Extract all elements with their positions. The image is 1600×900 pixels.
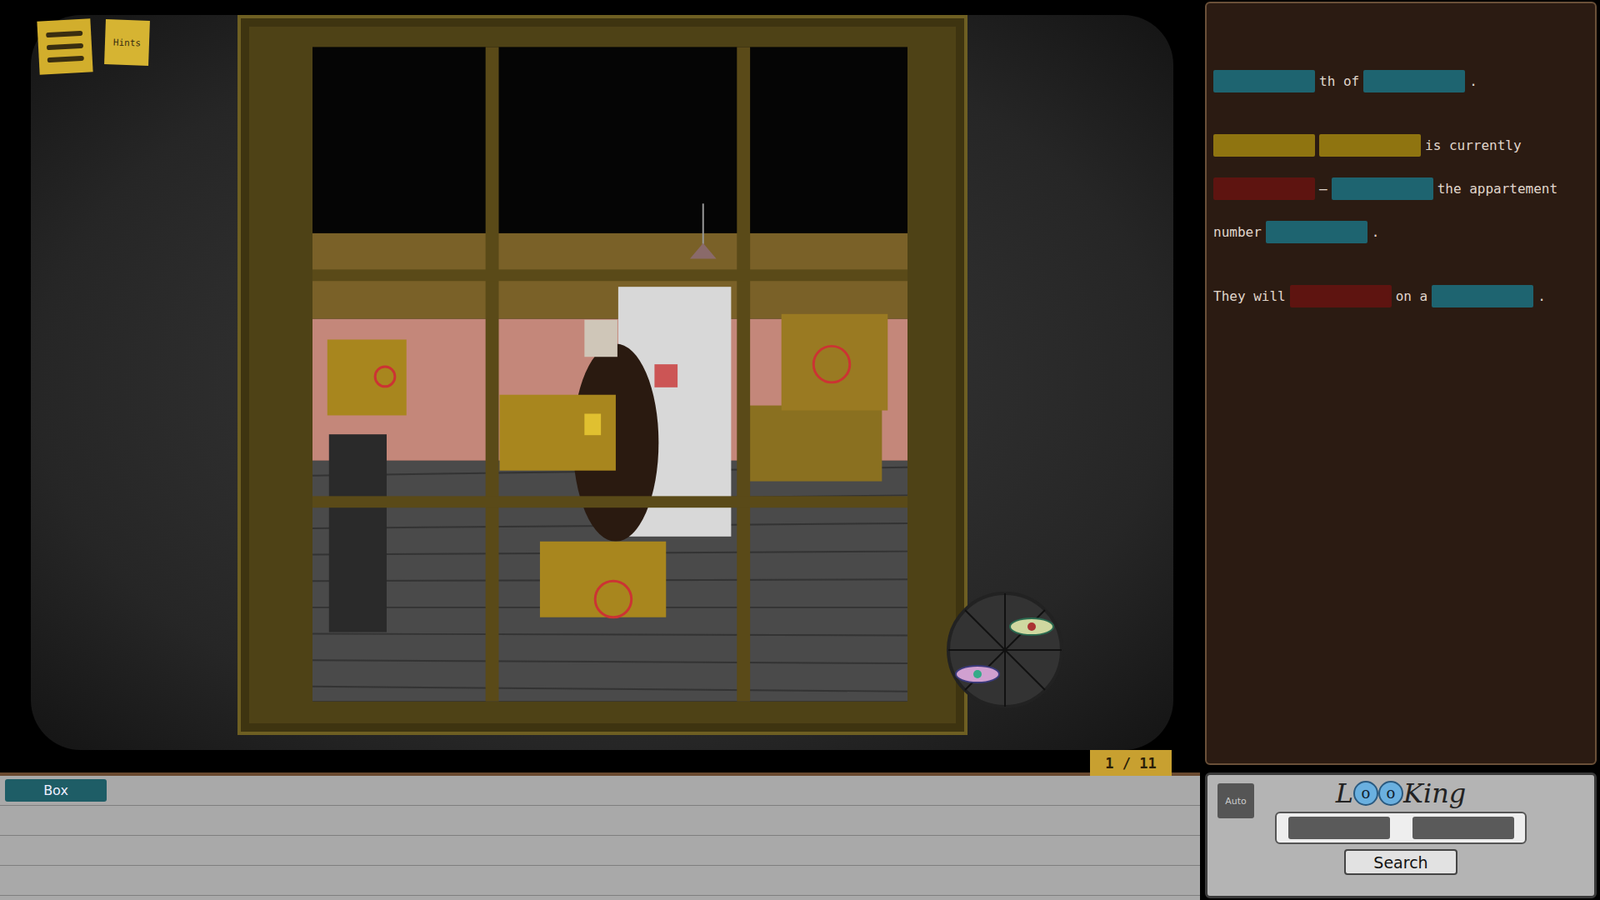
tray-row xyxy=(0,835,1200,866)
notes-panel: th of. is currently – the appartement number… xyxy=(1205,1,1597,765)
search-button[interactable]: Search xyxy=(1344,849,1458,875)
tray-row xyxy=(0,865,1200,896)
note-text: . xyxy=(1371,224,1380,240)
tray-row: Box xyxy=(0,775,1200,806)
note-text: is currently xyxy=(1425,137,1522,154)
note-text: on a xyxy=(1395,288,1429,305)
note-line: number. xyxy=(1213,220,1587,244)
word-chip[interactable]: Box xyxy=(5,779,107,802)
note-text: number xyxy=(1213,224,1262,240)
word-slot[interactable] xyxy=(1213,70,1315,93)
window-frame xyxy=(237,15,968,735)
note-paragraph: is currently – the appartement number. xyxy=(1213,134,1587,244)
word-slot[interactable] xyxy=(1213,134,1315,157)
room-scene[interactable] xyxy=(312,43,908,705)
menu-icon[interactable] xyxy=(36,18,93,75)
looking-logo: LooKing xyxy=(1335,780,1466,807)
word-slot[interactable] xyxy=(1265,220,1368,244)
tray-row xyxy=(0,805,1200,836)
note-line: th of. xyxy=(1213,70,1587,93)
auto-button[interactable]: Auto xyxy=(1217,783,1255,819)
note-text: . xyxy=(1469,73,1478,90)
note-line: They will on a. xyxy=(1213,285,1587,308)
note-text: th of xyxy=(1319,73,1360,90)
note-paragraph: th of. xyxy=(1213,70,1587,93)
game-screen: Hints1 / 11th of.is currently–the appart… xyxy=(0,0,1600,900)
word-tray: Box xyxy=(0,772,1200,900)
word-slot[interactable] xyxy=(1290,285,1392,308)
hints-button[interactable]: Hints xyxy=(104,19,150,66)
viewport: Hints1 / 11 xyxy=(0,0,1200,768)
note-text: – xyxy=(1319,180,1328,197)
note-line: is currently xyxy=(1213,134,1587,157)
eye-compass-icon[interactable] xyxy=(944,589,1066,711)
word-slot[interactable] xyxy=(1331,177,1434,200)
search-slot[interactable] xyxy=(1288,816,1390,840)
word-slot[interactable] xyxy=(1431,285,1534,308)
control-panel: Auto LooKing Search xyxy=(1205,772,1597,899)
word-slot[interactable] xyxy=(1363,70,1465,93)
search-slot[interactable] xyxy=(1412,816,1515,840)
page-counter: 1 / 11 xyxy=(1090,750,1172,776)
word-slot[interactable] xyxy=(1213,177,1315,200)
search-slots xyxy=(1275,811,1527,845)
note-text: . xyxy=(1537,288,1546,305)
word-slot[interactable] xyxy=(1319,134,1421,157)
note-paragraph: They will on a. xyxy=(1213,285,1587,308)
note-line: – the appartement xyxy=(1213,177,1587,200)
note-text: They will xyxy=(1213,288,1286,305)
note-text: the appartement xyxy=(1437,180,1559,197)
